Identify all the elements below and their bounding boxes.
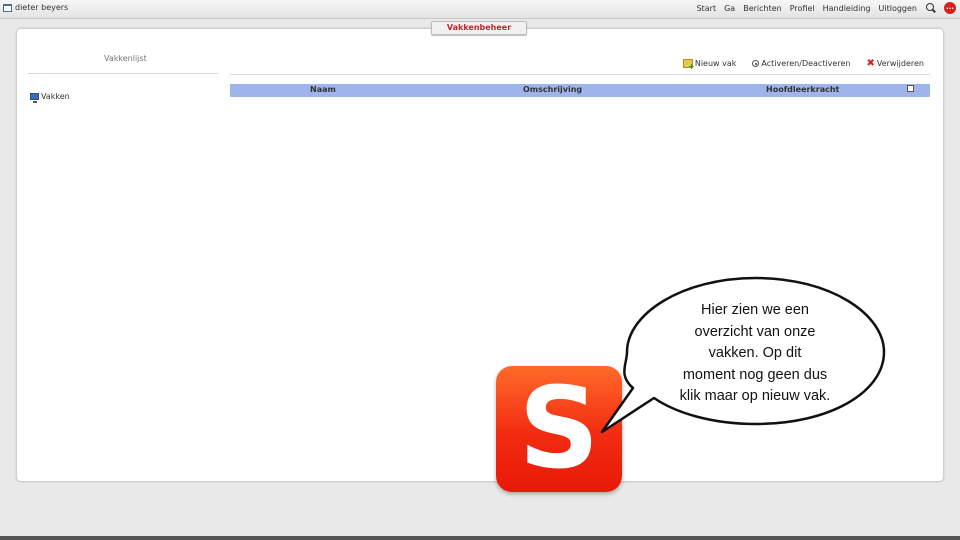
bubble-text: Hier zien we een overzicht van onze vakk… bbox=[664, 300, 846, 408]
column-hoofdleerkracht[interactable]: Hoofdleerkracht bbox=[766, 85, 839, 94]
sidebar-divider bbox=[28, 73, 218, 74]
delete-icon: ✖ bbox=[866, 58, 875, 69]
panel-title: Vakkenbeheer bbox=[431, 21, 527, 35]
nav-berichten[interactable]: Berichten bbox=[743, 4, 782, 13]
toolbar: Nieuw vak Activeren/Deactiveren ✖ Verwij… bbox=[667, 58, 924, 71]
nav-handleiding[interactable]: Handleiding bbox=[823, 4, 871, 13]
column-naam[interactable]: Naam bbox=[310, 85, 336, 94]
window-icon bbox=[3, 3, 12, 12]
select-all-checkbox[interactable] bbox=[907, 85, 914, 92]
bottom-edge bbox=[0, 536, 960, 540]
bubble-line: klik maar op nieuw vak. bbox=[679, 388, 831, 404]
delete-button[interactable]: ✖ Verwijderen bbox=[866, 58, 924, 69]
radio-icon bbox=[752, 60, 760, 67]
user-menu[interactable]: dieter beyers bbox=[3, 3, 68, 12]
top-bar: dieter beyers Start Ga Berichten Profiel… bbox=[0, 0, 960, 19]
delete-label: Verwijderen bbox=[876, 59, 924, 68]
add-folder-icon bbox=[682, 59, 695, 71]
bubble-line: Hier zien we een bbox=[701, 302, 809, 318]
new-vak-label: Nieuw vak bbox=[694, 59, 737, 68]
user-name[interactable]: dieter beyers bbox=[15, 3, 68, 12]
toolbar-divider bbox=[230, 74, 930, 75]
bubble-line: overzicht van onze bbox=[694, 323, 816, 340]
nav-ga[interactable]: Ga bbox=[724, 4, 735, 13]
bubble-line: moment nog geen dus bbox=[682, 366, 828, 383]
monitor-icon bbox=[30, 93, 39, 103]
new-vak-button[interactable]: Nieuw vak bbox=[682, 59, 737, 71]
sidebar-title: Vakkenlijst bbox=[104, 54, 147, 63]
column-omschrijving[interactable]: Omschrijving bbox=[523, 85, 582, 94]
table-header: Naam Omschrijving Hoofdleerkracht bbox=[230, 84, 930, 97]
top-nav: Start Ga Berichten Profiel Handleiding U… bbox=[689, 2, 956, 14]
nav-profiel[interactable]: Profiel bbox=[790, 4, 815, 13]
chat-icon[interactable]: ... bbox=[944, 2, 956, 14]
nav-uitloggen[interactable]: Uitloggen bbox=[879, 4, 917, 13]
activate-label: Activeren/Deactiveren bbox=[761, 59, 851, 68]
search-icon[interactable] bbox=[926, 3, 936, 13]
bubble-line: vakken. Op dit bbox=[708, 345, 802, 361]
sidebar-item-vakken[interactable]: Vakken bbox=[30, 92, 70, 103]
nav-start[interactable]: Start bbox=[697, 4, 717, 13]
sidebar-item-label: Vakken bbox=[41, 92, 70, 101]
activate-toggle-button[interactable]: Activeren/Deactiveren bbox=[752, 59, 850, 68]
